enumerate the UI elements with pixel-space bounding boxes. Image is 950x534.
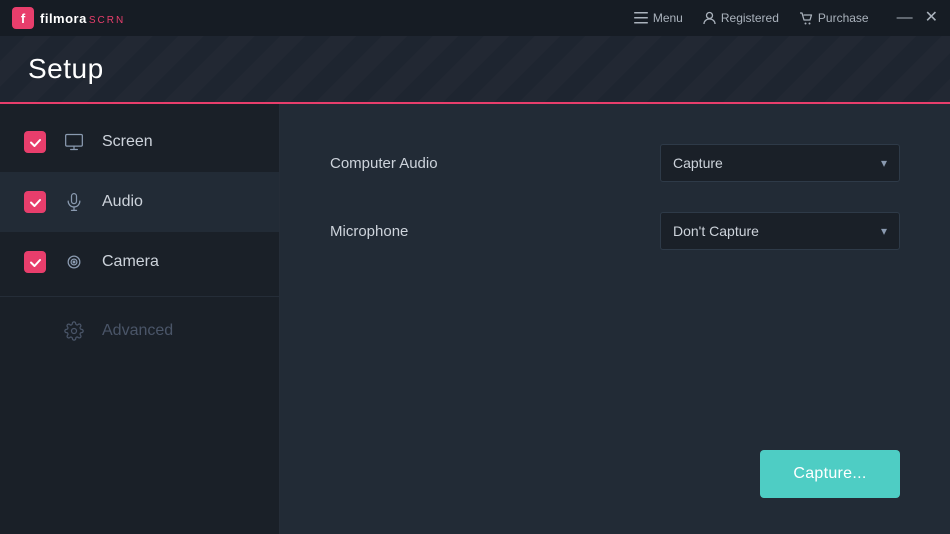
window-controls: — ✕ bbox=[897, 10, 938, 26]
screen-checkbox[interactable] bbox=[24, 131, 46, 153]
minimize-button[interactable]: — bbox=[897, 10, 913, 26]
close-button[interactable]: ✕ bbox=[925, 10, 938, 26]
screen-label: Screen bbox=[102, 133, 153, 151]
registered-button[interactable]: Registered bbox=[703, 11, 779, 25]
menu-label: Menu bbox=[653, 11, 683, 25]
logo-icon: f bbox=[12, 7, 34, 29]
camera-checkbox[interactable] bbox=[24, 251, 46, 273]
camera-icon bbox=[62, 250, 86, 274]
computer-audio-label: Computer Audio bbox=[330, 155, 438, 172]
advanced-icon bbox=[62, 319, 86, 343]
sidebar: Screen Audio bbox=[0, 104, 280, 534]
check-icon-audio bbox=[29, 196, 42, 209]
titlebar: f filmorascrn Menu Registered bbox=[0, 0, 950, 36]
purchase-button[interactable]: Purchase bbox=[799, 11, 869, 25]
registered-label: Registered bbox=[721, 11, 779, 25]
check-icon bbox=[29, 136, 42, 149]
content-area: Computer Audio Capture ▾ Microphone Don'… bbox=[280, 104, 950, 534]
logo-scrn-text: scrn bbox=[89, 15, 125, 26]
page-title: Setup bbox=[28, 53, 104, 85]
computer-audio-row: Computer Audio Capture ▾ bbox=[330, 144, 900, 182]
audio-icon bbox=[62, 190, 86, 214]
microphone-value: Don't Capture bbox=[673, 223, 759, 239]
audio-label: Audio bbox=[102, 193, 143, 211]
computer-audio-select[interactable]: Capture ▾ bbox=[660, 144, 900, 182]
microphone-select[interactable]: Don't Capture ▾ bbox=[660, 212, 900, 250]
purchase-label: Purchase bbox=[818, 11, 869, 25]
advanced-label: Advanced bbox=[102, 322, 173, 340]
audio-checkbox[interactable] bbox=[24, 191, 46, 213]
camera-label: Camera bbox=[102, 253, 159, 271]
microphone-arrow: ▾ bbox=[881, 224, 887, 238]
titlebar-right: Menu Registered Purchase — ✕ bbox=[634, 10, 938, 26]
cart-icon bbox=[799, 12, 813, 25]
capture-button[interactable]: Capture... bbox=[760, 450, 900, 498]
sidebar-item-audio[interactable]: Audio bbox=[0, 172, 279, 232]
header: Setup bbox=[0, 36, 950, 104]
microphone-label: Microphone bbox=[330, 223, 408, 240]
screen-icon bbox=[62, 130, 86, 154]
check-icon-camera bbox=[29, 256, 42, 269]
menu-button[interactable]: Menu bbox=[634, 11, 683, 25]
sidebar-item-camera[interactable]: Camera bbox=[0, 232, 279, 292]
computer-audio-value: Capture bbox=[673, 155, 723, 171]
computer-audio-arrow: ▾ bbox=[881, 156, 887, 170]
main-layout: Screen Audio bbox=[0, 104, 950, 534]
sidebar-separator bbox=[0, 296, 279, 297]
microphone-row: Microphone Don't Capture ▾ bbox=[330, 212, 900, 250]
svg-text:f: f bbox=[21, 11, 26, 26]
user-icon bbox=[703, 11, 716, 25]
logo-text: filmora bbox=[40, 11, 87, 26]
menu-icon bbox=[634, 12, 648, 24]
sidebar-item-advanced: Advanced bbox=[0, 301, 279, 361]
sidebar-item-screen[interactable]: Screen bbox=[0, 112, 279, 172]
logo-area: f filmorascrn bbox=[12, 7, 125, 29]
